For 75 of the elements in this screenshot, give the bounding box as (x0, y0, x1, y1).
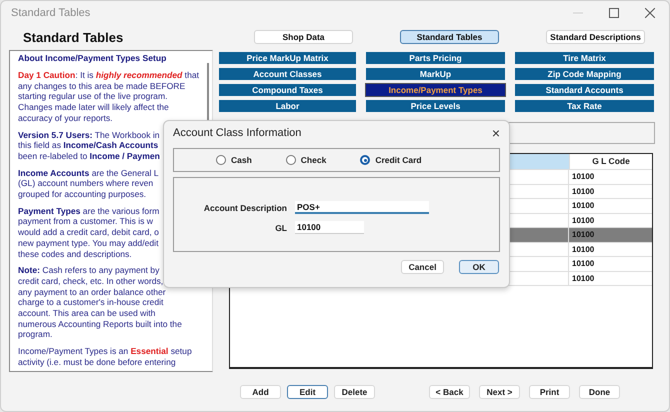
nav-button[interactable]: Labor (219, 100, 356, 112)
radio-label[interactable]: Check (300, 155, 326, 165)
help-text-line: this field as Income/Cash Accounts (18, 140, 158, 151)
nav-button[interactable]: Tire Matrix (515, 52, 654, 64)
help-text-line: would add a credit card, debit card, o (18, 227, 159, 238)
help-text-line: charge to a customer's in-house credit (18, 297, 164, 308)
help-text-line: starting regular use of the live program. (18, 91, 168, 102)
action-button[interactable]: Print (529, 384, 570, 399)
action-button[interactable]: Add (240, 384, 281, 399)
help-text-line: activity (i.e. must be done before entering (18, 356, 176, 368)
help-text-line: any payment to an order balance other (18, 286, 166, 298)
help-text-line: credit card, check, etc. In other words, (18, 276, 164, 287)
help-text-line: these codes and descriptions. (18, 248, 132, 260)
help-text-line: new payment type. You may add/edit (18, 238, 158, 249)
window-title: Standard Tables (11, 6, 90, 19)
nav-button[interactable]: Compound Taxes (219, 84, 356, 96)
nav-button[interactable]: Zip Code Mapping (515, 68, 654, 80)
close-button[interactable]: × (492, 126, 500, 140)
radio-label[interactable]: Cash (231, 155, 252, 165)
close-icon[interactable] (645, 8, 655, 18)
help-heading: About Income/Payment Types Setup (18, 53, 166, 64)
table-cell: 10100 (568, 228, 652, 242)
help-text-line: Income Accounts are the General L (18, 168, 159, 178)
help-text-line: (GL) account numbers where reven (18, 178, 154, 190)
nav-button[interactable]: Standard Accounts (515, 84, 654, 96)
dialog-button[interactable]: OK (459, 260, 499, 274)
field-label: GL (274, 222, 287, 232)
dialog-button[interactable]: Cancel (401, 260, 444, 274)
help-text-line: payment from a customer. This is w (18, 216, 153, 228)
help-text-line: Note: Cash refers to any payment by (18, 265, 160, 276)
table-cell: 10100 (568, 214, 652, 228)
input-field[interactable]: POS+ (295, 201, 429, 214)
action-button[interactable]: Delete (334, 384, 375, 399)
action-button[interactable]: Next > (479, 384, 520, 399)
radio-label[interactable]: Credit Card (375, 155, 422, 165)
help-text-line: Income/Payment Types is an Essential setup (18, 346, 192, 357)
help-text-line: grouped for accounting purposes. (18, 189, 146, 200)
maximize-icon[interactable] (609, 8, 619, 18)
help-text-line: numerous Accounting Reports built into the (18, 318, 182, 330)
table-cell: 10100 (568, 272, 652, 286)
radio-button[interactable] (216, 155, 226, 165)
table-cell: 10100 (568, 199, 652, 213)
help-text-line: any changes to this area be made BEFORE (18, 80, 186, 92)
table-cell: 10100 (568, 184, 652, 198)
dialog-title: Account Class Information (173, 127, 302, 139)
input-field[interactable]: 10100 (295, 221, 364, 234)
action-button[interactable]: Edit (287, 384, 328, 399)
nav-button[interactable]: Account Classes (219, 68, 356, 80)
table-cell: 10100 (568, 170, 652, 184)
table-cell: 10100 (568, 242, 652, 256)
help-text-line: Changes made later will likely affect the (18, 102, 169, 113)
field-label: Account Description (202, 202, 287, 212)
radio-button[interactable] (286, 155, 296, 165)
help-text-line: been re-labeled to Income / Paymen (18, 150, 160, 162)
column-header[interactable]: G L Code (569, 154, 652, 170)
help-text-line: Payment Types are the various form (18, 206, 160, 216)
action-button[interactable]: Done (579, 384, 620, 399)
help-text-line: account. This area can be used with (18, 308, 156, 319)
page-heading: Standard Tables (22, 30, 124, 45)
nav-button[interactable]: Price MarkUp Matrix (219, 52, 356, 64)
nav-button[interactable]: Price Levels (366, 100, 505, 112)
help-text-line: program. (18, 329, 52, 340)
help-text-line: Day 1 Caution: It is highly recommended that (18, 70, 200, 81)
help-text-line: accuracy of your reports. (18, 112, 113, 124)
help-text-line: Version 5.7 Users: The Workbook in (18, 130, 160, 140)
tab-button[interactable]: Standard Tables (400, 30, 499, 44)
table-cell: 10100 (568, 257, 652, 271)
radio-button[interactable] (360, 155, 370, 165)
tab-button[interactable]: Shop Data (254, 30, 353, 44)
nav-button[interactable]: Income/Payment Types (366, 84, 505, 96)
action-button[interactable]: < Back (429, 384, 470, 399)
nav-button[interactable]: Tax Rate (515, 100, 654, 112)
nav-button[interactable]: MarkUp (366, 68, 505, 80)
tab-button[interactable]: Standard Descriptions (546, 30, 645, 44)
nav-button[interactable]: Parts Pricing (366, 52, 505, 64)
